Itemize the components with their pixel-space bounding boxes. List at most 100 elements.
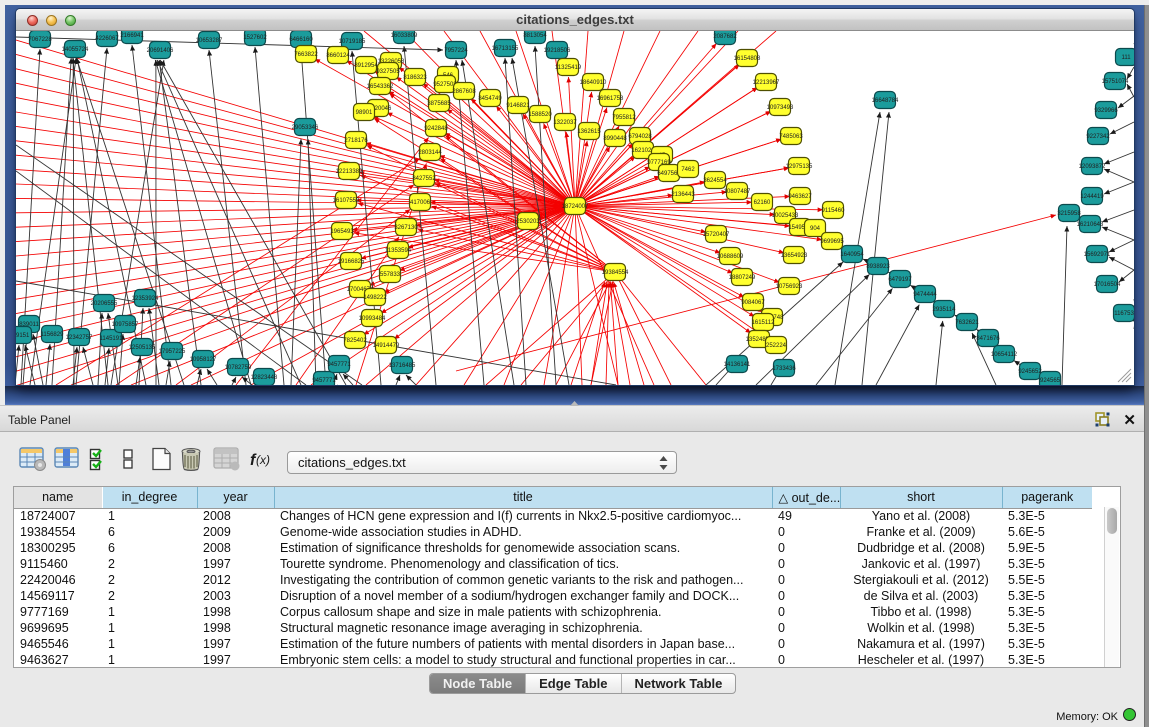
svg-text:9115460: 9115460 [822, 208, 846, 214]
svg-text:11325419: 11325419 [555, 65, 582, 71]
svg-text:7663822: 7663822 [294, 52, 318, 58]
svg-text:12975135: 12975135 [786, 164, 813, 170]
svg-text:13716485: 13716485 [389, 363, 416, 369]
svg-text:10975857: 10975857 [112, 322, 139, 328]
svg-text:10688609: 10688609 [717, 254, 744, 260]
svg-text:8813054: 8813054 [523, 33, 547, 39]
svg-text:2867608: 2867608 [452, 89, 476, 95]
svg-text:417006: 417006 [410, 200, 431, 206]
svg-text:1965493: 1965493 [330, 229, 354, 235]
svg-text:9474444: 9474444 [913, 292, 937, 298]
svg-text:12823448: 12823448 [251, 375, 278, 381]
svg-text:116753: 116753 [1114, 311, 1134, 317]
svg-text:16033809: 16033809 [391, 33, 418, 39]
svg-text:10653287: 10653287 [196, 38, 223, 44]
svg-text:7955812: 7955812 [612, 115, 636, 121]
svg-text:17957225: 17957225 [159, 349, 186, 355]
svg-text:1615112: 1615112 [752, 320, 776, 326]
svg-text:9329966: 9329966 [1094, 108, 1118, 114]
svg-text:2530203: 2530203 [516, 219, 540, 225]
svg-text:9699695: 9699695 [820, 239, 844, 245]
svg-text:16154808: 16154808 [734, 56, 761, 62]
svg-text:8186323: 8186323 [403, 75, 427, 81]
svg-text:12093872: 12093872 [1079, 164, 1106, 170]
svg-text:11353594: 11353594 [385, 248, 412, 254]
svg-text:8454749: 8454749 [478, 96, 502, 102]
svg-text:8938923: 8938923 [866, 264, 890, 270]
svg-text:1498222: 1498222 [363, 295, 387, 301]
svg-text:3267130: 3267130 [394, 225, 418, 231]
svg-text:(x): (x) [256, 453, 270, 467]
svg-text:14136141: 14136141 [724, 362, 751, 368]
svg-text:17016504: 17016504 [1094, 282, 1121, 288]
svg-text:9457771: 9457771 [312, 378, 336, 384]
svg-text:9245652: 9245652 [1018, 369, 1042, 375]
svg-text:9227342: 9227342 [1086, 134, 1110, 140]
svg-text:252224: 252224 [766, 343, 787, 349]
svg-text:8660124: 8660124 [326, 53, 350, 59]
svg-text:19384554: 19384554 [602, 270, 629, 276]
svg-text:12342757: 12342757 [66, 335, 93, 341]
svg-text:16107553: 16107553 [333, 198, 360, 204]
svg-text:39151: 39151 [16, 333, 30, 339]
svg-text:10973493: 10973493 [767, 105, 794, 111]
svg-text:2087682: 2087682 [713, 34, 737, 40]
svg-text:924565: 924565 [1040, 378, 1061, 384]
svg-text:9457771: 9457771 [327, 362, 351, 368]
svg-text:557833: 557833 [380, 272, 401, 278]
svg-text:7632621: 7632621 [955, 320, 979, 326]
svg-text:20691406: 20691406 [147, 48, 174, 54]
svg-text:8990448: 8990448 [603, 136, 627, 142]
svg-text:1156829: 1156829 [41, 332, 65, 338]
svg-text:18724007: 18724007 [562, 204, 589, 210]
svg-text:1362615: 1362615 [577, 129, 601, 135]
svg-text:10654112: 10654112 [991, 352, 1018, 358]
svg-text:7957224: 7957224 [444, 48, 468, 54]
svg-text:1244419: 1244419 [1080, 194, 1104, 200]
svg-text:18640910: 18640910 [580, 80, 607, 86]
svg-text:16648784: 16648784 [872, 98, 899, 104]
svg-text:15751074: 15751074 [1102, 79, 1129, 85]
svg-text:16543362: 16543362 [367, 84, 394, 90]
svg-text:2136443: 2136443 [671, 192, 695, 198]
svg-text:16961758: 16961758 [597, 96, 624, 102]
svg-text:8912954: 8912954 [354, 63, 378, 69]
svg-text:7462: 7462 [681, 167, 695, 173]
svg-text:9242848: 9242848 [424, 126, 448, 132]
svg-text:16713155: 16713155 [492, 46, 519, 52]
svg-text:10756923: 10756923 [776, 284, 803, 290]
svg-text:12213967: 12213967 [753, 80, 780, 86]
svg-text:6479197: 6479197 [888, 277, 912, 283]
svg-text:29053346: 29053346 [292, 125, 319, 131]
svg-text:98901: 98901 [356, 110, 373, 116]
svg-text:2166941: 2166941 [120, 33, 144, 39]
svg-text:8427552: 8427552 [412, 176, 436, 182]
svg-text:1322037: 1322037 [553, 120, 577, 126]
svg-text:10958127: 10958127 [190, 357, 217, 363]
svg-text:1527602: 1527602 [243, 35, 267, 41]
svg-text:3875685: 3875685 [427, 101, 451, 107]
svg-text:7067228: 7067228 [28, 37, 52, 43]
svg-text:10993484: 10993484 [359, 316, 386, 322]
svg-text:7825402: 7825402 [343, 338, 367, 344]
svg-text:1145191: 1145191 [100, 336, 124, 342]
svg-text:2935114: 2935114 [933, 307, 957, 313]
svg-text:12213389: 12213389 [336, 169, 363, 175]
svg-text:8471676: 8471676 [976, 336, 1000, 342]
svg-text:19218506: 19218506 [544, 48, 571, 54]
svg-text:10807487: 10807487 [724, 189, 751, 195]
svg-text:9146821: 9146821 [506, 103, 530, 109]
svg-text:4226067: 4226067 [95, 36, 119, 42]
svg-text:14055724: 14055724 [62, 47, 89, 53]
svg-text:1640954: 1640954 [840, 252, 864, 258]
svg-text:111: 111 [1121, 55, 1131, 61]
svg-text:1588520: 1588520 [528, 112, 552, 118]
svg-text:904: 904 [810, 226, 821, 232]
svg-text:9463627: 9463627 [788, 194, 812, 200]
svg-text:10782759: 10782759 [225, 365, 252, 371]
svg-text:14914479: 14914479 [373, 343, 400, 349]
svg-text:15692971: 15692971 [1084, 252, 1111, 258]
svg-text:16210643: 16210643 [1077, 222, 1104, 228]
svg-text:62160: 62160 [754, 200, 771, 206]
svg-text:19166825: 19166825 [338, 259, 365, 265]
